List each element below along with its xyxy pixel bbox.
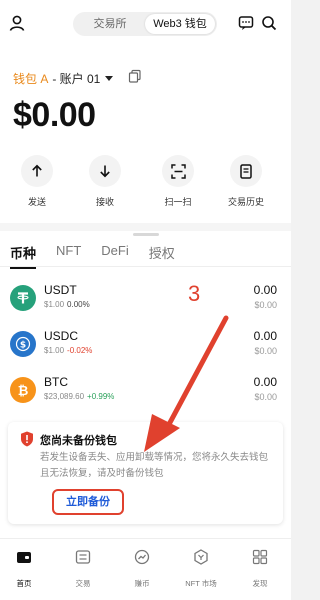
wallet-screen: 交易所 Web3 钱包 钱包 A - 账户 01 $0.00 发送 接收 扫一扫…: [0, 0, 291, 600]
bottom-navigation: 首页 交易 赚币 NFT 市场 发现: [0, 538, 291, 600]
arrow-down-icon: [100, 165, 110, 178]
discover-icon: [252, 549, 268, 565]
asset-amount: 0.00: [253, 329, 277, 343]
send-label: 发送: [27, 197, 46, 207]
section-divider: [0, 223, 291, 231]
trade-icon: [75, 550, 91, 564]
asset-amount: 0.00: [253, 283, 277, 297]
asset-tabs: 币种 NFT DeFi 授权: [10, 243, 195, 269]
history-label: 交易历史: [227, 197, 264, 207]
copy-icon[interactable]: [128, 69, 142, 83]
asset-row-usdt[interactable]: USDT $1.00 0.00% 0.00 $0.00: [0, 283, 291, 323]
arrow-up-icon: [32, 164, 42, 177]
scan-label: 扫一扫: [164, 197, 192, 207]
nav-nft-market[interactable]: NFT 市场: [173, 549, 229, 589]
history-button[interactable]: 交易历史: [219, 155, 273, 208]
scan-icon: [170, 163, 186, 179]
tab-exchange[interactable]: 交易所: [75, 14, 145, 34]
asset-amount: 0.00: [253, 375, 277, 389]
asset-price-line: $23,089.60 +0.99%: [44, 392, 114, 401]
backup-title: 您尚未备份钱包: [40, 435, 117, 447]
caret-down-icon: [105, 76, 114, 81]
asset-symbol: USDT: [44, 283, 77, 297]
message-icon[interactable]: [238, 15, 254, 31]
nav-trade-label: 交易: [75, 579, 91, 588]
tab-web3-wallet[interactable]: Web3 钱包: [145, 14, 215, 34]
usdt-icon: [10, 285, 36, 311]
total-balance: $0.00: [13, 96, 96, 134]
receive-button[interactable]: 接收: [78, 155, 132, 208]
backup-reminder-card: 您尚未备份钱包 若发生设备丢失、应用卸载等情况，您将永久失去钱包且无法恢复，请及…: [8, 422, 283, 524]
tab-approvals[interactable]: 授权: [149, 243, 175, 262]
asset-symbol: BTC: [44, 375, 68, 389]
tab-nft[interactable]: NFT: [56, 243, 81, 262]
asset-change: -0.02%: [67, 346, 93, 355]
asset-symbol: USDC: [44, 329, 79, 343]
btc-icon: ₿: [10, 377, 36, 403]
asset-price-line: $1.00 0.00%: [44, 300, 90, 309]
backup-description: 若发生设备丢失、应用卸载等情况，您将永久失去钱包且无法恢复，请及时备份钱包: [40, 452, 269, 479]
nav-discover[interactable]: 发现: [232, 549, 288, 589]
nav-home[interactable]: 首页: [0, 549, 52, 589]
wallet-icon: [17, 552, 31, 563]
tab-tokens[interactable]: 币种: [10, 243, 37, 269]
wallet-selector[interactable]: 钱包 A - 账户 01: [13, 70, 114, 87]
nav-trade[interactable]: 交易: [55, 549, 111, 589]
nav-earn[interactable]: 赚币: [114, 549, 170, 589]
svg-text:₿: ₿: [18, 384, 29, 398]
receive-label: 接收: [95, 197, 114, 207]
nft-icon: [194, 549, 208, 565]
nav-home-label: 首页: [16, 579, 32, 588]
mode-switch: 交易所 Web3 钱包: [73, 12, 217, 36]
asset-change: +0.99%: [87, 392, 115, 401]
nav-discover-label: 发现: [252, 579, 268, 588]
svg-text:$: $: [20, 340, 26, 350]
quick-actions: 发送 接收 扫一扫 交易历史: [0, 155, 291, 210]
tab-defi[interactable]: DeFi: [101, 243, 128, 262]
asset-price-line: $1.00 -0.02%: [44, 346, 92, 355]
history-icon: [240, 163, 252, 179]
tabs-divider: [0, 266, 291, 267]
annotation-step-number: 3: [188, 281, 201, 306]
earn-icon: [134, 549, 150, 565]
asset-value: $0.00: [254, 300, 277, 310]
asset-value: $0.00: [254, 346, 277, 356]
send-button[interactable]: 发送: [10, 155, 64, 208]
backup-now-button[interactable]: 立即备份: [52, 489, 124, 515]
wallet-name: 钱包 A: [13, 72, 49, 86]
asset-price: $23,089.60: [44, 392, 85, 401]
account-name: - 账户 01: [52, 72, 101, 86]
drag-handle[interactable]: [133, 233, 159, 236]
asset-change: 0.00%: [67, 300, 90, 309]
nav-nft-label: NFT 市场: [185, 579, 217, 588]
usdc-icon: $: [10, 331, 36, 357]
search-icon[interactable]: [261, 15, 277, 31]
asset-value: $0.00: [254, 392, 277, 402]
asset-price: $1.00: [44, 300, 65, 309]
top-bar: 交易所 Web3 钱包: [0, 10, 291, 38]
nav-earn-label: 赚币: [134, 579, 150, 588]
user-icon[interactable]: [8, 14, 26, 32]
asset-price: $1.00: [44, 346, 65, 355]
asset-row-usdc[interactable]: $ USDC $1.00 -0.02% 0.00 $0.00: [0, 329, 291, 369]
asset-row-btc[interactable]: ₿ BTC $23,089.60 +0.99% 0.00 $0.00: [0, 375, 291, 415]
scan-button[interactable]: 扫一扫: [151, 155, 205, 208]
warning-shield-icon: [21, 431, 33, 447]
